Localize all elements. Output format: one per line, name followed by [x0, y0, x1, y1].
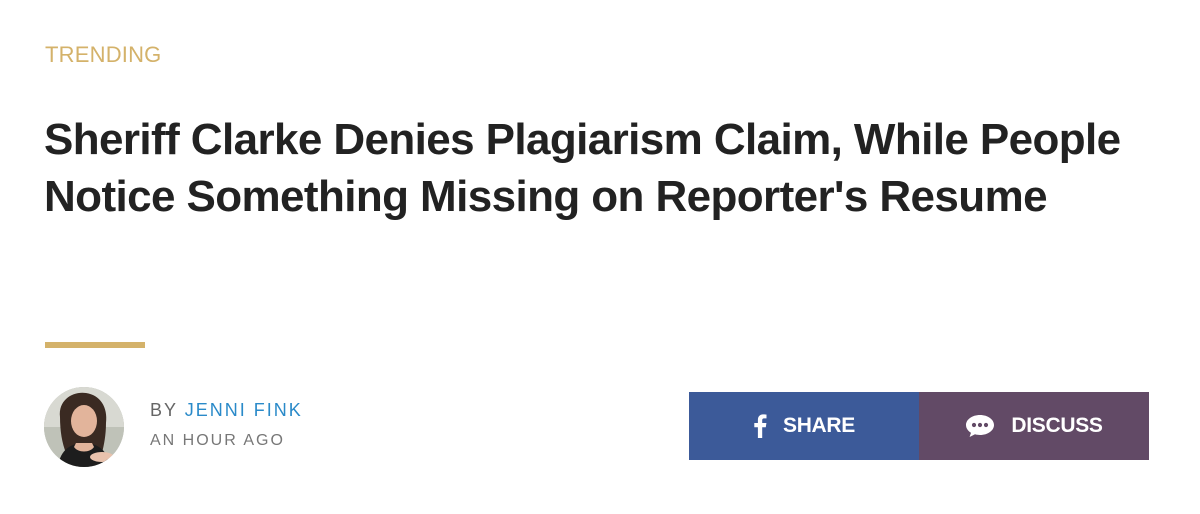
facebook-icon: [753, 414, 767, 438]
discuss-label: DISCUSS: [1011, 414, 1103, 437]
article-headline: Sheriff Clarke Denies Plagiarism Claim, …: [44, 115, 1121, 221]
accent-divider: [45, 342, 145, 348]
share-button[interactable]: SHARE: [689, 392, 919, 460]
author-link[interactable]: JENNI FINK: [185, 400, 303, 420]
author-photo-icon: [44, 387, 124, 467]
publish-time: AN HOUR AGO: [150, 432, 285, 449]
byline-prefix: BY: [150, 400, 185, 420]
speech-bubble-icon: [965, 414, 995, 438]
category-link[interactable]: TRENDING: [45, 42, 162, 68]
discuss-button[interactable]: DISCUSS: [919, 392, 1149, 460]
byline: BY JENNI FINK: [150, 400, 303, 421]
share-label: SHARE: [782, 414, 855, 437]
author-avatar[interactable]: [44, 387, 124, 467]
